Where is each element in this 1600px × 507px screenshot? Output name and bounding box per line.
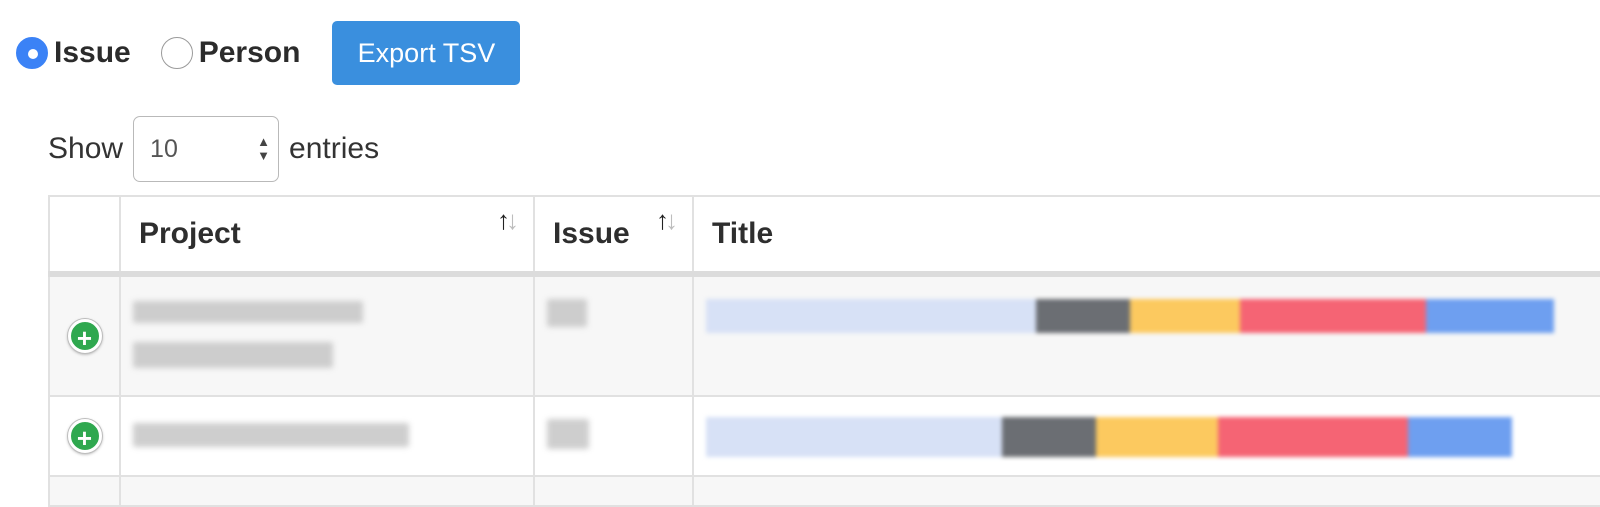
issue-cell	[533, 273, 694, 397]
redacted-text	[547, 419, 589, 449]
data-table: Project ↑↓ Issue ↑↓ Title + +	[48, 195, 1600, 507]
column-header-issue[interactable]: Issue ↑↓	[533, 195, 694, 277]
table-row	[48, 475, 1600, 507]
sort-arrows-icon[interactable]: ↑↓	[497, 205, 519, 236]
project-cell	[119, 273, 535, 397]
title-cell	[692, 395, 1600, 477]
redacted-text	[133, 301, 363, 323]
entries-select[interactable]: 10 ▲ ▼	[133, 116, 280, 182]
length-control: Show 10 ▲ ▼ entries	[48, 116, 379, 182]
expand-row-icon[interactable]: +	[67, 419, 102, 453]
table-row: +	[48, 395, 1600, 477]
radio-issue-label[interactable]: Issue	[54, 36, 131, 70]
table-row: +	[48, 273, 1600, 397]
entries-select-value[interactable]: 10	[150, 135, 178, 163]
length-suffix: entries	[289, 132, 380, 165]
column-header-title[interactable]: Title	[692, 195, 1600, 277]
sort-arrows-icon[interactable]: ↑↓	[656, 205, 678, 236]
row-control-cell[interactable]: +	[48, 273, 121, 397]
row-control-cell[interactable]	[48, 475, 121, 507]
row-control-cell[interactable]: +	[48, 395, 121, 477]
radio-person-button[interactable]	[160, 37, 193, 69]
issue-cell	[533, 475, 694, 507]
expand-row-icon[interactable]: +	[67, 319, 102, 353]
column-header-title-label: Title	[712, 217, 774, 250]
toolbar: Issue Person Export TSV	[16, 20, 521, 86]
redacted-title-bar	[706, 417, 1512, 457]
project-cell	[119, 475, 535, 507]
redacted-text	[133, 342, 333, 368]
redacted-text	[133, 423, 409, 447]
title-cell	[692, 475, 1600, 507]
length-prefix: Show	[48, 132, 124, 165]
column-header-project-label: Project	[139, 217, 241, 250]
redacted-title-bar	[706, 299, 1554, 333]
column-header-project[interactable]: Project ↑↓	[119, 195, 535, 277]
issue-cell	[533, 395, 694, 477]
radio-person-label[interactable]: Person	[199, 36, 301, 70]
column-header-issue-label: Issue	[553, 217, 630, 250]
title-cell	[692, 273, 1600, 397]
radio-issue[interactable]: Issue	[16, 36, 131, 70]
radio-person[interactable]: Person	[160, 36, 301, 70]
column-header-control	[48, 195, 121, 277]
select-arrows-icon: ▲ ▼	[257, 134, 271, 163]
radio-issue-button[interactable]	[16, 37, 48, 69]
export-tsv-button[interactable]: Export TSV	[332, 21, 521, 85]
table-header-row: Project ↑↓ Issue ↑↓ Title	[48, 195, 1600, 277]
project-cell	[119, 395, 535, 477]
redacted-text	[547, 299, 587, 327]
